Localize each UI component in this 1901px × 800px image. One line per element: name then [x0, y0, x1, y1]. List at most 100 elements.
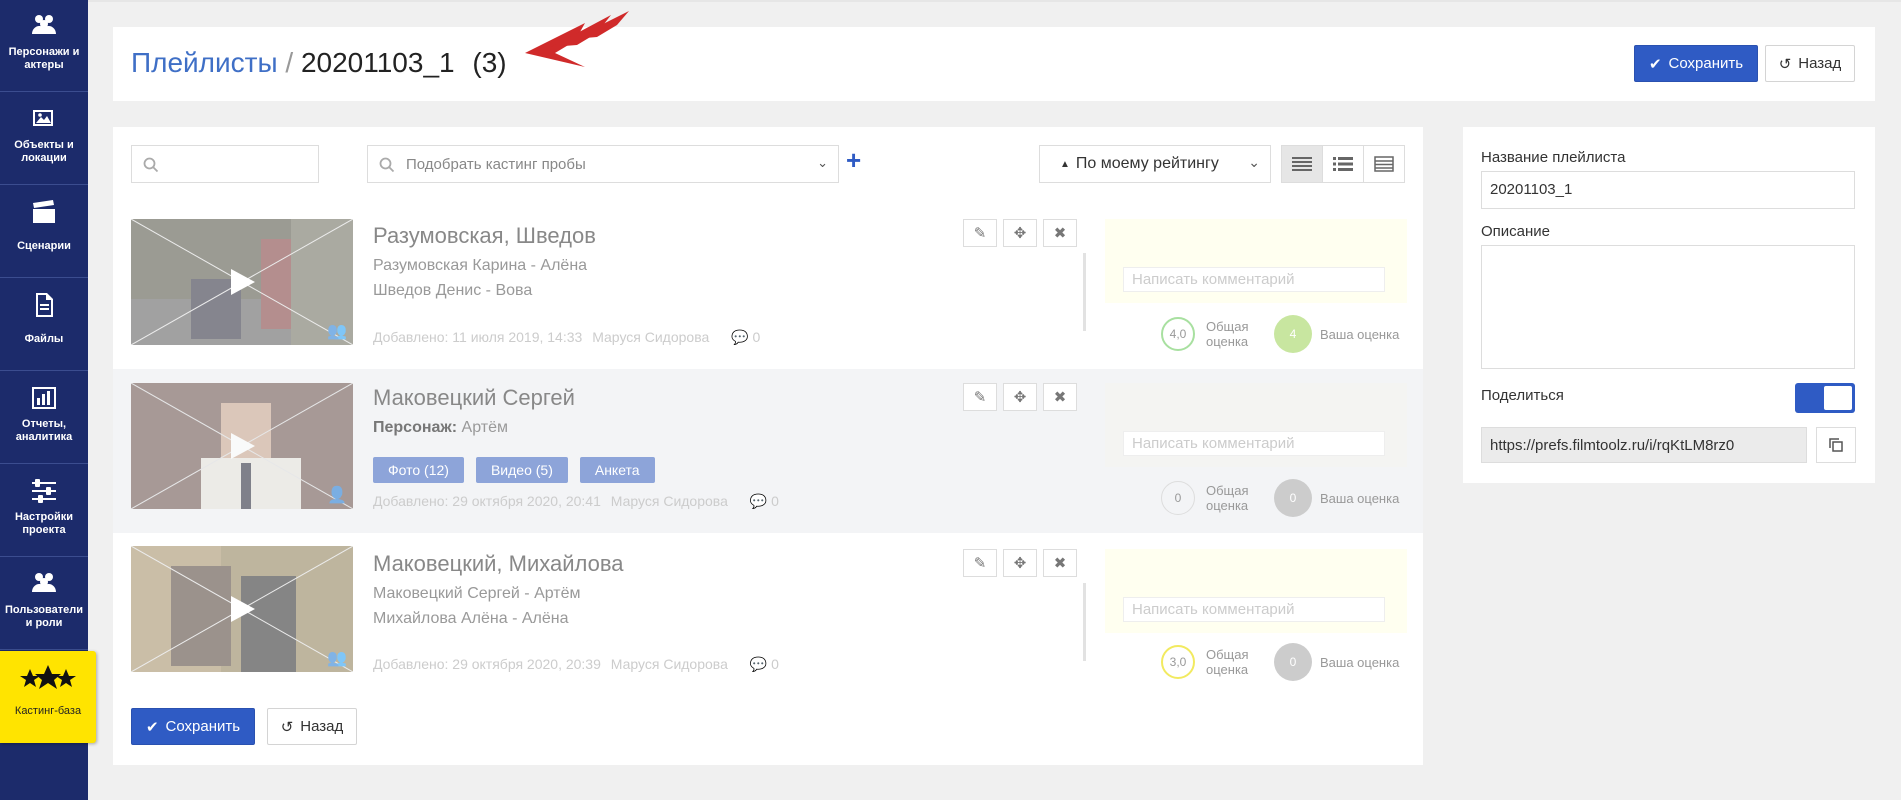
- sidebar-item-label: Настройки проекта: [14, 511, 74, 536]
- item-title[interactable]: Маковецкий Сергей: [373, 385, 575, 411]
- added-date: Добавлено: 29 октября 2020, 20:39: [373, 656, 601, 672]
- move-button[interactable]: ✥: [1003, 383, 1037, 411]
- duo-person-icon: 👥: [327, 650, 347, 667]
- header-save-button[interactable]: ✔ Сохранить: [1634, 45, 1758, 82]
- video-thumbnail[interactable]: 👥: [131, 546, 353, 672]
- move-button[interactable]: ✥: [1003, 549, 1037, 577]
- overall-rating-circle: 0: [1161, 481, 1195, 515]
- move-button[interactable]: ✥: [1003, 219, 1037, 247]
- playlist-item: 👥 Маковецкий, Михайлова Маковецкий Серге…: [113, 545, 1423, 707]
- sidebar-item-label: Сценарии: [17, 240, 71, 252]
- copy-link-button[interactable]: [1816, 427, 1856, 463]
- undo-icon: ↺: [1778, 55, 1792, 73]
- close-icon: ✖: [1053, 389, 1067, 406]
- share-label: Поделиться: [1481, 387, 1564, 404]
- stars-icon: [20, 665, 76, 689]
- item-actions: ✎ ✥ ✖: [963, 219, 1077, 247]
- remove-button[interactable]: ✖: [1043, 383, 1077, 411]
- added-date: Добавлено: 11 июля 2019, 14:33: [373, 329, 583, 345]
- comment-icon: 💬: [731, 329, 749, 345]
- author-name: Маруся Сидорова: [610, 493, 728, 509]
- back-label: Назад: [300, 718, 344, 735]
- file-icon: [36, 293, 53, 317]
- footer-back-button[interactable]: ↺ Назад: [267, 708, 357, 745]
- share-toggle[interactable]: [1795, 383, 1855, 413]
- description-textarea[interactable]: [1481, 245, 1855, 369]
- item-title[interactable]: Разумовская, Шведов: [373, 223, 596, 249]
- comment-box: Написать комментарий: [1105, 219, 1407, 303]
- playlist-name-label: Название плейлиста: [1481, 149, 1626, 166]
- close-icon: ✖: [1053, 555, 1067, 572]
- my-rating-circle[interactable]: 0: [1274, 643, 1312, 681]
- header-back-button[interactable]: ↺ Назад: [1765, 45, 1855, 82]
- scrollbar[interactable]: [1083, 253, 1086, 331]
- sidebar-item-reports[interactable]: Отчеты, аналитика: [0, 372, 88, 464]
- share-link-input[interactable]: https://prefs.filmtoolz.ru/i/rqKtLM8rz0: [1481, 427, 1807, 463]
- sidebar-item-objects[interactable]: Объекты и локации: [0, 93, 88, 185]
- sidebar-item-label: Отчеты, аналитика: [15, 418, 73, 443]
- scrollbar[interactable]: [1083, 583, 1086, 661]
- edit-button[interactable]: ✎: [963, 219, 997, 247]
- add-casting-button[interactable]: +: [846, 145, 861, 175]
- sidebar-item-users[interactable]: Пользователи и роли: [0, 558, 88, 650]
- sliders-icon: [32, 479, 56, 503]
- added-date: Добавлено: 29 октября 2020, 20:41: [373, 493, 601, 509]
- sidebar-item-casting[interactable]: Кастинг-база: [0, 651, 96, 743]
- item-actions: ✎ ✥ ✖: [963, 383, 1077, 411]
- footer-save-button[interactable]: ✔ Сохранить: [131, 708, 255, 745]
- comment-input[interactable]: Написать комментарий: [1123, 597, 1385, 622]
- edit-button[interactable]: ✎: [963, 383, 997, 411]
- item-title[interactable]: Маковецкий, Михайлова: [373, 551, 624, 577]
- profile-tag[interactable]: Анкета: [579, 457, 655, 483]
- comment-count: 0: [771, 656, 779, 672]
- photos-tag[interactable]: Фото (12): [373, 457, 464, 483]
- video-thumbnail[interactable]: 👥: [131, 219, 353, 345]
- author-name: Маруся Сидорова: [592, 329, 710, 345]
- table-icon: [1374, 156, 1394, 172]
- comment-icon: 💬: [749, 493, 768, 509]
- check-icon: ✔: [145, 718, 159, 736]
- sidebar-item-files[interactable]: Файлы: [0, 279, 88, 371]
- item-role: Михайлова Алёна - Алёна: [373, 610, 569, 627]
- casting-select[interactable]: Подобрать кастинг пробы ⌄: [367, 145, 839, 183]
- item-role: Шведов Денис - Вова: [373, 282, 533, 299]
- playlist-items-panel: Подобрать кастинг пробы ⌄ + ▲ По моему р…: [113, 127, 1423, 765]
- view-table-button[interactable]: [1364, 146, 1404, 182]
- edit-icon: ✎: [973, 225, 987, 242]
- sidebar-item-label: Пользователи и роли: [4, 604, 83, 629]
- videos-tag[interactable]: Видео (5): [475, 457, 568, 483]
- users-icon: [32, 15, 56, 34]
- overall-rating-label: Общая оценка: [1206, 483, 1249, 513]
- caret-up-icon: ▲: [1060, 158, 1070, 170]
- breadcrumb-playlists-link[interactable]: Плейлисты: [131, 47, 278, 78]
- overall-rating-label: Общая оценка: [1206, 319, 1249, 349]
- sidebar-item-characters[interactable]: Персонажи и актеры: [0, 0, 88, 92]
- my-rating-label: Ваша оценка: [1320, 655, 1400, 670]
- overall-rating-circle: 4,0: [1161, 317, 1195, 351]
- search-input[interactable]: [131, 145, 319, 183]
- view-list-button[interactable]: [1323, 146, 1364, 182]
- comment-input[interactable]: Написать комментарий: [1123, 431, 1385, 456]
- view-list-large-button[interactable]: [1282, 146, 1323, 182]
- item-role: Разумовская Карина - Алёна: [373, 257, 588, 274]
- chevron-down-icon: ⌄: [817, 155, 828, 170]
- character-label: Персонаж:: [373, 419, 458, 436]
- playlist-name-input[interactable]: 20201103_1: [1481, 171, 1855, 209]
- video-thumbnail[interactable]: 👤: [131, 383, 353, 509]
- sort-select[interactable]: ▲ По моему рейтингу ⌄: [1039, 145, 1271, 183]
- item-actions: ✎ ✥ ✖: [963, 549, 1077, 577]
- item-meta: Добавлено: 29 октября 2020, 20:39 Маруся…: [373, 656, 779, 673]
- copy-icon: [1829, 438, 1843, 452]
- my-rating-circle[interactable]: 4: [1274, 315, 1312, 353]
- remove-button[interactable]: ✖: [1043, 219, 1077, 247]
- comment-icon: 💬: [749, 656, 768, 672]
- sidebar-item-settings[interactable]: Настройки проекта: [0, 465, 88, 557]
- my-rating-label: Ваша оценка: [1320, 491, 1400, 506]
- character-name: Артём: [461, 419, 508, 436]
- sidebar-item-scripts[interactable]: Сценарии: [0, 186, 88, 278]
- remove-button[interactable]: ✖: [1043, 549, 1077, 577]
- edit-button[interactable]: ✎: [963, 549, 997, 577]
- comment-input[interactable]: Написать комментарий: [1123, 267, 1385, 292]
- my-rating-circle[interactable]: 0: [1274, 479, 1312, 517]
- sort-label: По моему рейтингу: [1075, 155, 1219, 172]
